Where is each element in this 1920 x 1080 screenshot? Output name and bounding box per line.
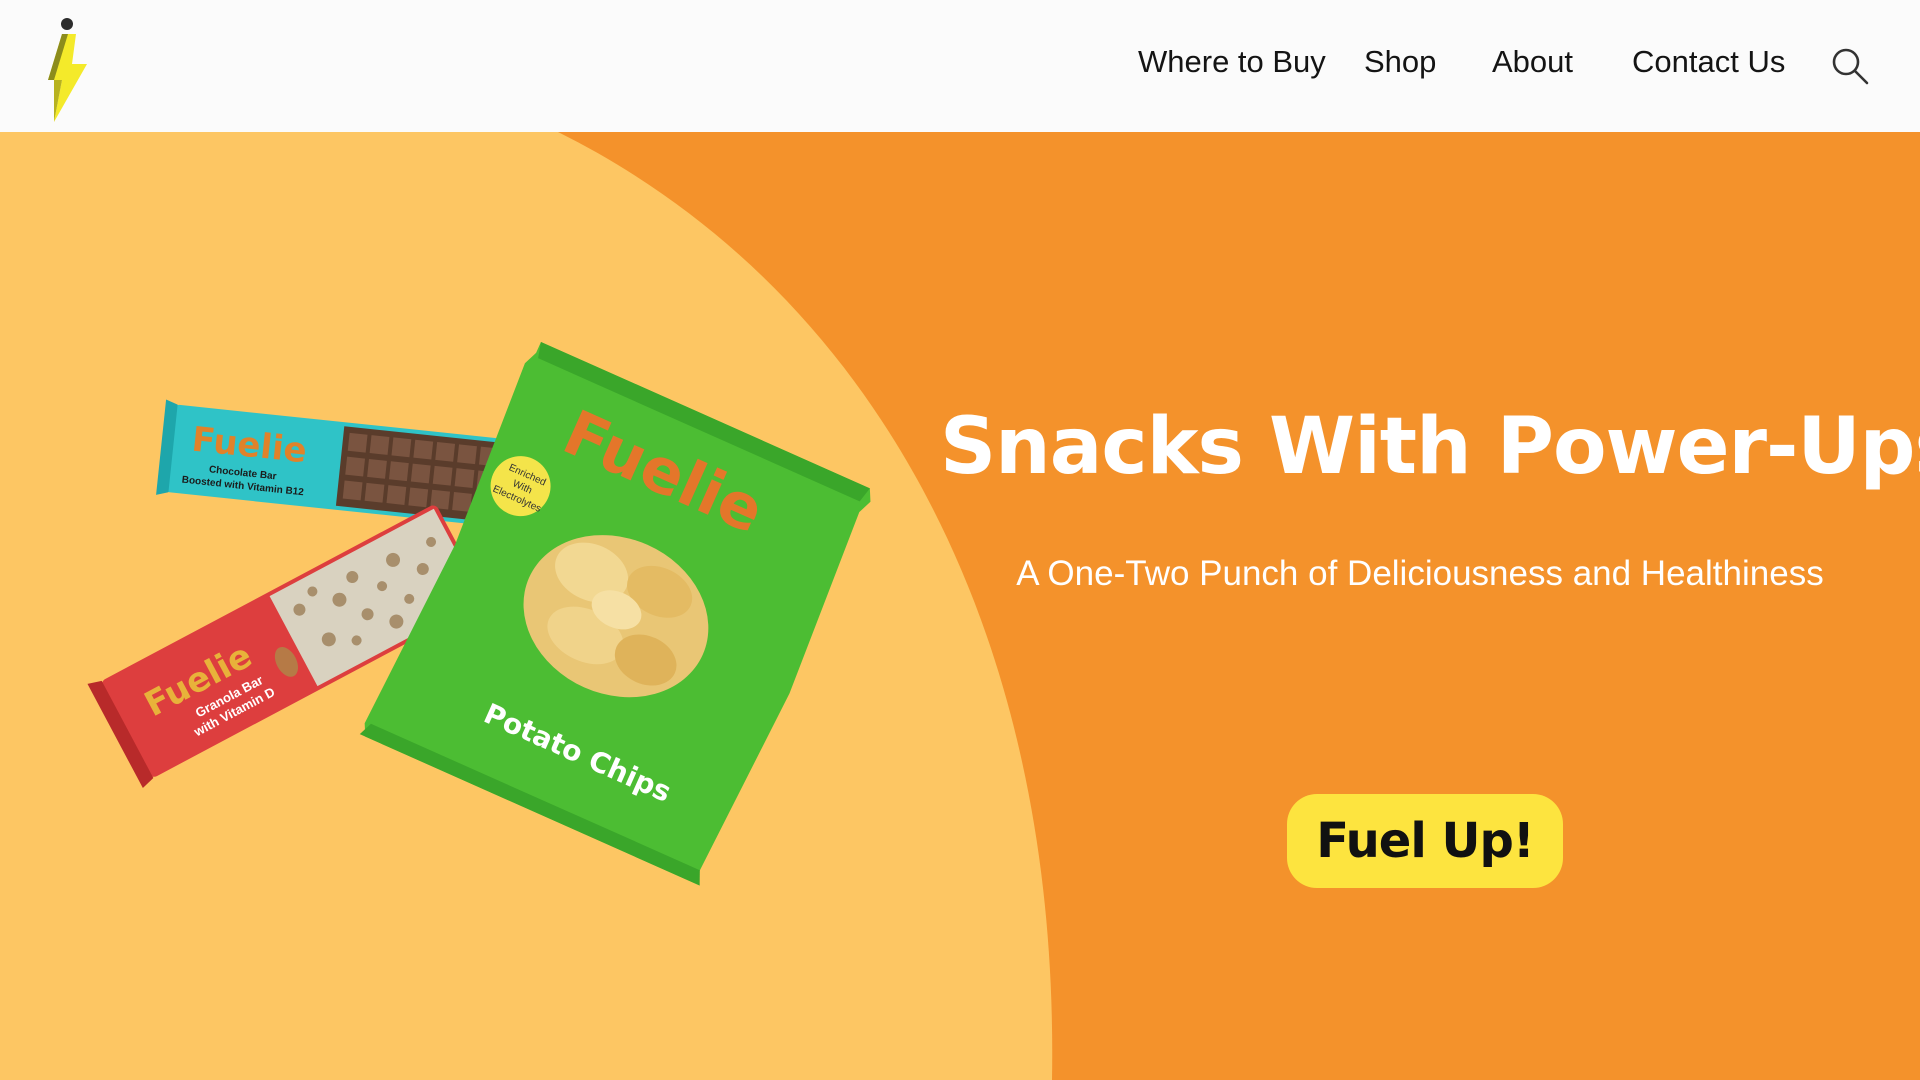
hero-section: Fuelie Chocolate Bar Boosted with Vitami…	[0, 132, 1920, 1080]
fuel-up-button[interactable]: Fuel Up!	[1287, 794, 1563, 888]
nav-about[interactable]: About	[1492, 44, 1573, 80]
site-header: Where to Buy Shop About Contact Us	[0, 0, 1920, 132]
search-icon[interactable]	[1830, 46, 1870, 86]
potato-chips-product: Fuelie Enriched With Electrolytes Potato…	[359, 341, 871, 886]
main-nav: Where to Buy Shop About Contact Us	[0, 0, 1920, 132]
nav-shop[interactable]: Shop	[1364, 44, 1436, 80]
nav-where-to-buy[interactable]: Where to Buy	[1138, 44, 1326, 80]
nav-contact-us[interactable]: Contact Us	[1632, 44, 1785, 80]
hero-subtitle: A One-Two Punch of Deliciousness and Hea…	[1016, 554, 1824, 593]
hero-title: Snacks With Power-Ups	[940, 402, 1920, 492]
